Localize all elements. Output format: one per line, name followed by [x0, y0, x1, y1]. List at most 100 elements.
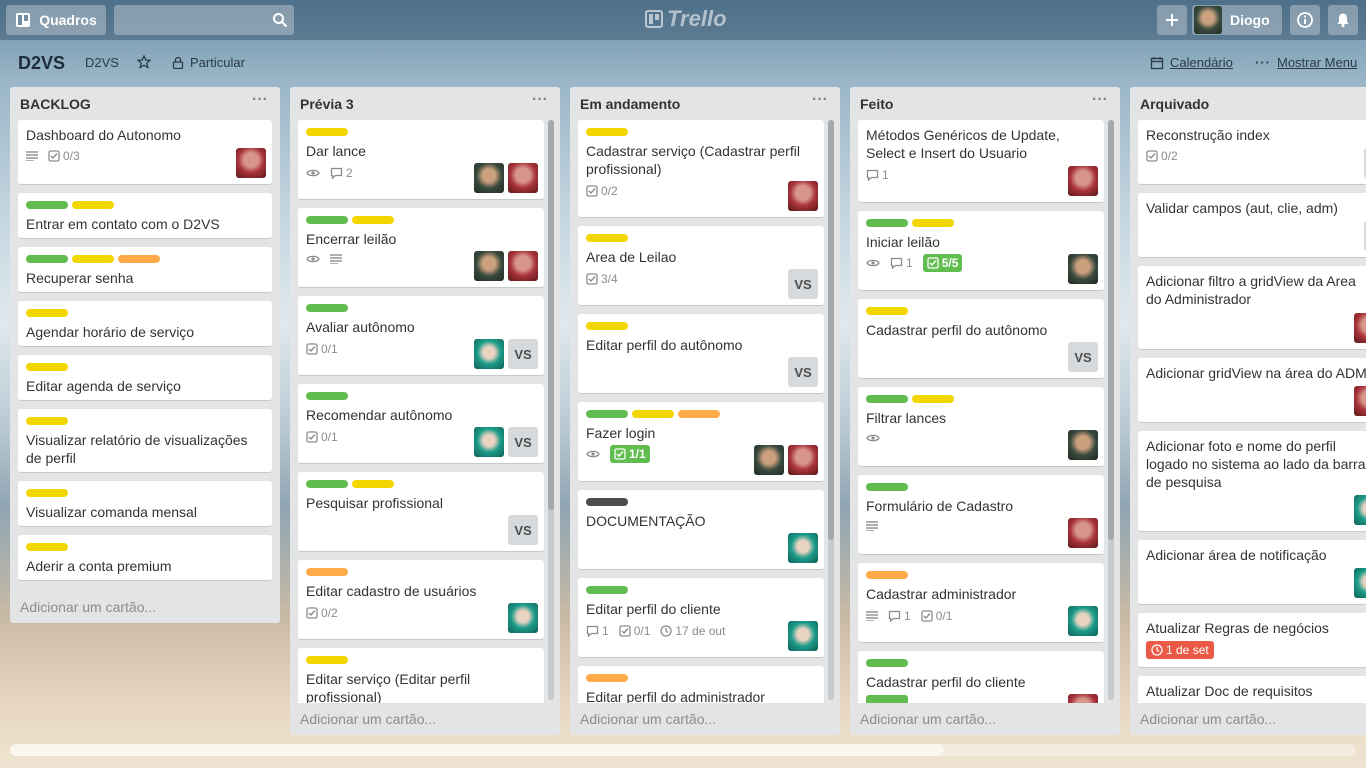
- member-avatar[interactable]: [1068, 606, 1098, 636]
- member-avatar[interactable]: [474, 339, 504, 369]
- card[interactable]: Dar lance 2: [298, 120, 544, 200]
- add-card-link[interactable]: Adicionar um cartão...: [860, 711, 996, 727]
- notifications-button[interactable]: [1328, 5, 1358, 35]
- card[interactable]: Visualizar comanda mensal: [18, 481, 272, 527]
- card[interactable]: Cadastrar perfil do cliente: [858, 651, 1104, 703]
- member-avatar[interactable]: [508, 603, 538, 633]
- member-avatar[interactable]: [1068, 166, 1098, 196]
- member-initials[interactable]: VS: [508, 339, 538, 369]
- star-button[interactable]: [137, 55, 151, 69]
- card[interactable]: Fazer login 1/1: [578, 402, 824, 482]
- card[interactable]: Area de Leilao 3/4 VS: [578, 226, 824, 306]
- member-avatar[interactable]: [788, 445, 818, 475]
- card[interactable]: Validar campos (aut, clie, adm) VS: [1138, 193, 1366, 258]
- add-card-link[interactable]: Adicionar um cartão...: [300, 711, 436, 727]
- member-avatar[interactable]: [1354, 386, 1366, 416]
- member-avatar[interactable]: [754, 445, 784, 475]
- card[interactable]: Filtrar lances: [858, 387, 1104, 467]
- search-input[interactable]: [120, 10, 260, 30]
- member-avatar[interactable]: [1068, 430, 1098, 460]
- info-button[interactable]: [1290, 5, 1320, 35]
- card[interactable]: Encerrar leilão: [298, 208, 544, 288]
- scrollbar-thumb[interactable]: [828, 120, 834, 540]
- add-card-link[interactable]: Adicionar um cartão...: [20, 599, 156, 615]
- add-card-link[interactable]: Adicionar um cartão...: [1140, 711, 1276, 727]
- card[interactable]: Entrar em contato com o D2VS: [18, 193, 272, 239]
- list-title[interactable]: Arquivado: [1140, 96, 1209, 112]
- card[interactable]: Adicionar filtro a gridView da Area do A…: [1138, 266, 1366, 350]
- list-title[interactable]: Prévia 3: [300, 96, 354, 112]
- board-horizontal-scrollbar[interactable]: [10, 744, 1356, 756]
- list-title[interactable]: BACKLOG: [20, 96, 91, 112]
- list-menu-icon[interactable]: ···: [532, 91, 548, 109]
- list-menu-icon[interactable]: ···: [252, 91, 268, 109]
- card[interactable]: Atualizar Regras de negócios 1 de set: [1138, 613, 1366, 668]
- card[interactable]: Aderir a conta premium: [18, 535, 272, 581]
- card[interactable]: Recomendar autônomo 0/1 VS: [298, 384, 544, 464]
- list-menu-icon[interactable]: ···: [812, 91, 828, 109]
- member-avatar[interactable]: [474, 427, 504, 457]
- add-card-link[interactable]: Adicionar um cartão...: [580, 711, 716, 727]
- member-avatar[interactable]: [474, 163, 504, 193]
- card[interactable]: Adicionar gridView na área do ADM: [1138, 358, 1366, 423]
- search-box[interactable]: [114, 5, 294, 35]
- member-avatar[interactable]: [508, 163, 538, 193]
- member-avatar[interactable]: [1354, 313, 1366, 343]
- member-initials[interactable]: VS: [788, 269, 818, 299]
- show-menu-button[interactable]: ··· Mostrar Menu: [1255, 55, 1357, 70]
- list-scrollbar[interactable]: [1108, 120, 1114, 700]
- card[interactable]: DOCUMENTAÇÃO: [578, 490, 824, 570]
- user-menu-button[interactable]: Diogo: [1192, 5, 1282, 35]
- card[interactable]: Iniciar leilão 1 5/5: [858, 211, 1104, 291]
- card[interactable]: Cadastrar serviço (Cadastrar perfil prof…: [578, 120, 824, 218]
- list-menu-icon[interactable]: ···: [1092, 91, 1108, 109]
- board-title[interactable]: D2VS: [18, 53, 65, 74]
- team-button[interactable]: D2VS: [85, 55, 119, 70]
- boards-button[interactable]: Quadros: [6, 5, 106, 35]
- member-avatar[interactable]: [1354, 568, 1366, 598]
- list-scrollbar[interactable]: [828, 120, 834, 700]
- member-avatar[interactable]: [474, 251, 504, 281]
- card[interactable]: Métodos Genéricos de Update, Select e In…: [858, 120, 1104, 203]
- card[interactable]: Avaliar autônomo 0/1 VS: [298, 296, 544, 376]
- add-button[interactable]: [1157, 5, 1187, 35]
- card[interactable]: Adicionar área de notificação: [1138, 540, 1366, 605]
- member-avatar[interactable]: [1068, 694, 1098, 703]
- list-title[interactable]: Em andamento: [580, 96, 680, 112]
- member-avatar[interactable]: [508, 251, 538, 281]
- card[interactable]: Visualizar relatório de visualizações de…: [18, 409, 272, 473]
- member-initials[interactable]: VS: [508, 515, 538, 545]
- card[interactable]: Cadastrar perfil do autônomo VS: [858, 299, 1104, 379]
- trello-logo[interactable]: Trello: [645, 6, 727, 32]
- member-initials[interactable]: VS: [508, 427, 538, 457]
- member-avatar[interactable]: [788, 181, 818, 211]
- visibility-button[interactable]: Particular: [172, 55, 245, 70]
- card[interactable]: Atualizar Doc de requisitos: [1138, 676, 1366, 703]
- card[interactable]: Dashboard do Autonomo 0/3: [18, 120, 272, 185]
- scrollbar-thumb[interactable]: [1108, 120, 1114, 540]
- card[interactable]: Recuperar senha: [18, 247, 272, 293]
- card[interactable]: Cadastrar administrador 1 0/1: [858, 563, 1104, 643]
- member-avatar[interactable]: [788, 621, 818, 651]
- card[interactable]: Editar agenda de serviço: [18, 355, 272, 401]
- search-icon[interactable]: [272, 12, 288, 28]
- card[interactable]: Reconstrução index 0/2 VS: [1138, 120, 1366, 185]
- member-avatar[interactable]: [788, 533, 818, 563]
- card[interactable]: Pesquisar profissional VS: [298, 472, 544, 552]
- member-initials[interactable]: VS: [1068, 342, 1098, 372]
- card[interactable]: Adicionar foto e nome do perfil logado n…: [1138, 431, 1366, 532]
- member-initials[interactable]: VS: [788, 357, 818, 387]
- scrollbar-thumb[interactable]: [548, 120, 554, 510]
- card[interactable]: Editar perfil do cliente 1 0/1 17 de out: [578, 578, 824, 658]
- card[interactable]: Editar perfil do administrador: [578, 666, 824, 703]
- member-avatar[interactable]: [1068, 518, 1098, 548]
- list-title[interactable]: Feito: [860, 96, 893, 112]
- member-avatar[interactable]: [1068, 254, 1098, 284]
- card[interactable]: Agendar horário de serviço: [18, 301, 272, 347]
- calendar-button[interactable]: Calendário: [1150, 55, 1233, 70]
- card[interactable]: Editar serviço (Editar perfil profission…: [298, 648, 544, 703]
- list-scrollbar[interactable]: [548, 120, 554, 700]
- member-avatar[interactable]: [1354, 495, 1366, 525]
- card[interactable]: Editar perfil do autônomo VS: [578, 314, 824, 394]
- member-avatar[interactable]: [236, 148, 266, 178]
